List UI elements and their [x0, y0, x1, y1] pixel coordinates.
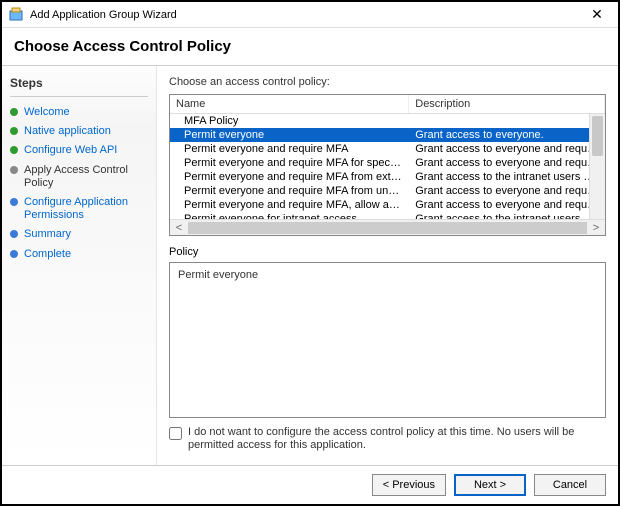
- policy-description: [409, 114, 605, 128]
- step-label: Native application: [24, 125, 111, 138]
- app-icon: [8, 7, 24, 23]
- step-bullet-icon: [10, 230, 18, 238]
- step-label: Configure Web API: [24, 144, 117, 157]
- policy-name: MFA Policy: [170, 114, 409, 128]
- step-label: Summary: [24, 228, 71, 241]
- policy-row[interactable]: Permit everyone and require MFA from ext…: [170, 170, 605, 184]
- policy-list[interactable]: Name Description MFA PolicyPermit everyo…: [169, 94, 606, 236]
- policy-row[interactable]: Permit everyone and require MFAGrant acc…: [170, 142, 605, 156]
- step-label: Complete: [24, 248, 71, 261]
- title-bar: Add Application Group Wizard ✕: [2, 2, 618, 28]
- optout-checkbox[interactable]: [169, 427, 182, 440]
- policy-description: Grant access to everyone.: [409, 128, 605, 142]
- cancel-button[interactable]: Cancel: [534, 474, 606, 496]
- policy-description: Grant access to the intranet users and r…: [409, 170, 605, 184]
- previous-button[interactable]: < Previous: [372, 474, 446, 496]
- steps-sidebar: Steps Welcome Native application Configure…: [2, 66, 157, 465]
- wizard-window: Add Application Group Wizard ✕ Choose Ac…: [0, 0, 620, 506]
- policy-name: Permit everyone and require MFA for spec…: [170, 156, 409, 170]
- step-bullet-icon: [10, 108, 18, 116]
- footer: < Previous Next > Cancel: [2, 465, 618, 504]
- column-name[interactable]: Name: [170, 95, 409, 113]
- policy-name: Permit everyone for intranet access: [170, 212, 409, 219]
- policy-row[interactable]: Permit everyone and require MFA from una…: [170, 184, 605, 198]
- step-bullet-icon: [10, 146, 18, 154]
- steps-header: Steps: [10, 74, 148, 97]
- step-bullet-icon: [10, 198, 18, 206]
- policy-description: Grant access to everyone and require MFA…: [409, 142, 605, 156]
- policy-name: Permit everyone and require MFA from ext…: [170, 170, 409, 184]
- policy-name: Permit everyone and require MFA, allow a…: [170, 198, 409, 212]
- step-label: Configure Application Permissions: [24, 196, 148, 222]
- policy-label: Policy: [169, 246, 606, 258]
- policy-row[interactable]: Permit everyone and require MFA, allow a…: [170, 198, 605, 212]
- policy-description: Grant access to the intranet users.: [409, 212, 605, 219]
- step-bullet-icon: [10, 166, 18, 174]
- close-icon[interactable]: ✕: [582, 6, 612, 23]
- policy-description: Grant access to everyone and require MFA…: [409, 156, 605, 170]
- scroll-left-icon[interactable]: <: [172, 222, 186, 234]
- policy-detail: Permit everyone: [169, 262, 606, 418]
- vertical-scrollbar[interactable]: [589, 114, 605, 219]
- choose-label: Choose an access control policy:: [169, 76, 606, 88]
- policy-name: Permit everyone: [170, 128, 409, 142]
- step-item[interactable]: Configure Web API: [10, 141, 148, 160]
- policy-description: Grant access to everyone and require MFA…: [409, 184, 605, 198]
- main-panel: Choose an access control policy: Name De…: [157, 66, 618, 465]
- policy-row[interactable]: MFA Policy: [170, 114, 605, 128]
- step-item[interactable]: Complete: [10, 245, 148, 264]
- policy-name: Permit everyone and require MFA from una…: [170, 184, 409, 198]
- step-label: Welcome: [24, 106, 70, 119]
- step-item[interactable]: Apply Access Control Policy: [10, 161, 148, 193]
- policy-list-header: Name Description: [170, 95, 605, 114]
- step-item[interactable]: Summary: [10, 225, 148, 244]
- scroll-thumb[interactable]: [592, 116, 603, 156]
- policy-row[interactable]: Permit everyoneGrant access to everyone.: [170, 128, 605, 142]
- page-title: Choose Access Control Policy: [2, 28, 618, 66]
- step-item[interactable]: Welcome: [10, 103, 148, 122]
- step-item[interactable]: Configure Application Permissions: [10, 193, 148, 225]
- optout-label[interactable]: I do not want to configure the access co…: [188, 426, 606, 454]
- step-label: Apply Access Control Policy: [24, 164, 148, 190]
- step-bullet-icon: [10, 250, 18, 258]
- next-button[interactable]: Next >: [454, 474, 526, 496]
- column-description[interactable]: Description: [409, 95, 605, 113]
- policy-description: Grant access to everyone and require MFA…: [409, 198, 605, 212]
- step-bullet-icon: [10, 127, 18, 135]
- scroll-track[interactable]: [188, 222, 587, 234]
- step-item[interactable]: Native application: [10, 122, 148, 141]
- policy-name: Permit everyone and require MFA: [170, 142, 409, 156]
- policy-row[interactable]: Permit everyone and require MFA for spec…: [170, 156, 605, 170]
- scroll-right-icon[interactable]: >: [589, 222, 603, 234]
- horizontal-scrollbar[interactable]: < >: [170, 219, 605, 235]
- window-title: Add Application Group Wizard: [30, 9, 582, 21]
- policy-row[interactable]: Permit everyone for intranet accessGrant…: [170, 212, 605, 219]
